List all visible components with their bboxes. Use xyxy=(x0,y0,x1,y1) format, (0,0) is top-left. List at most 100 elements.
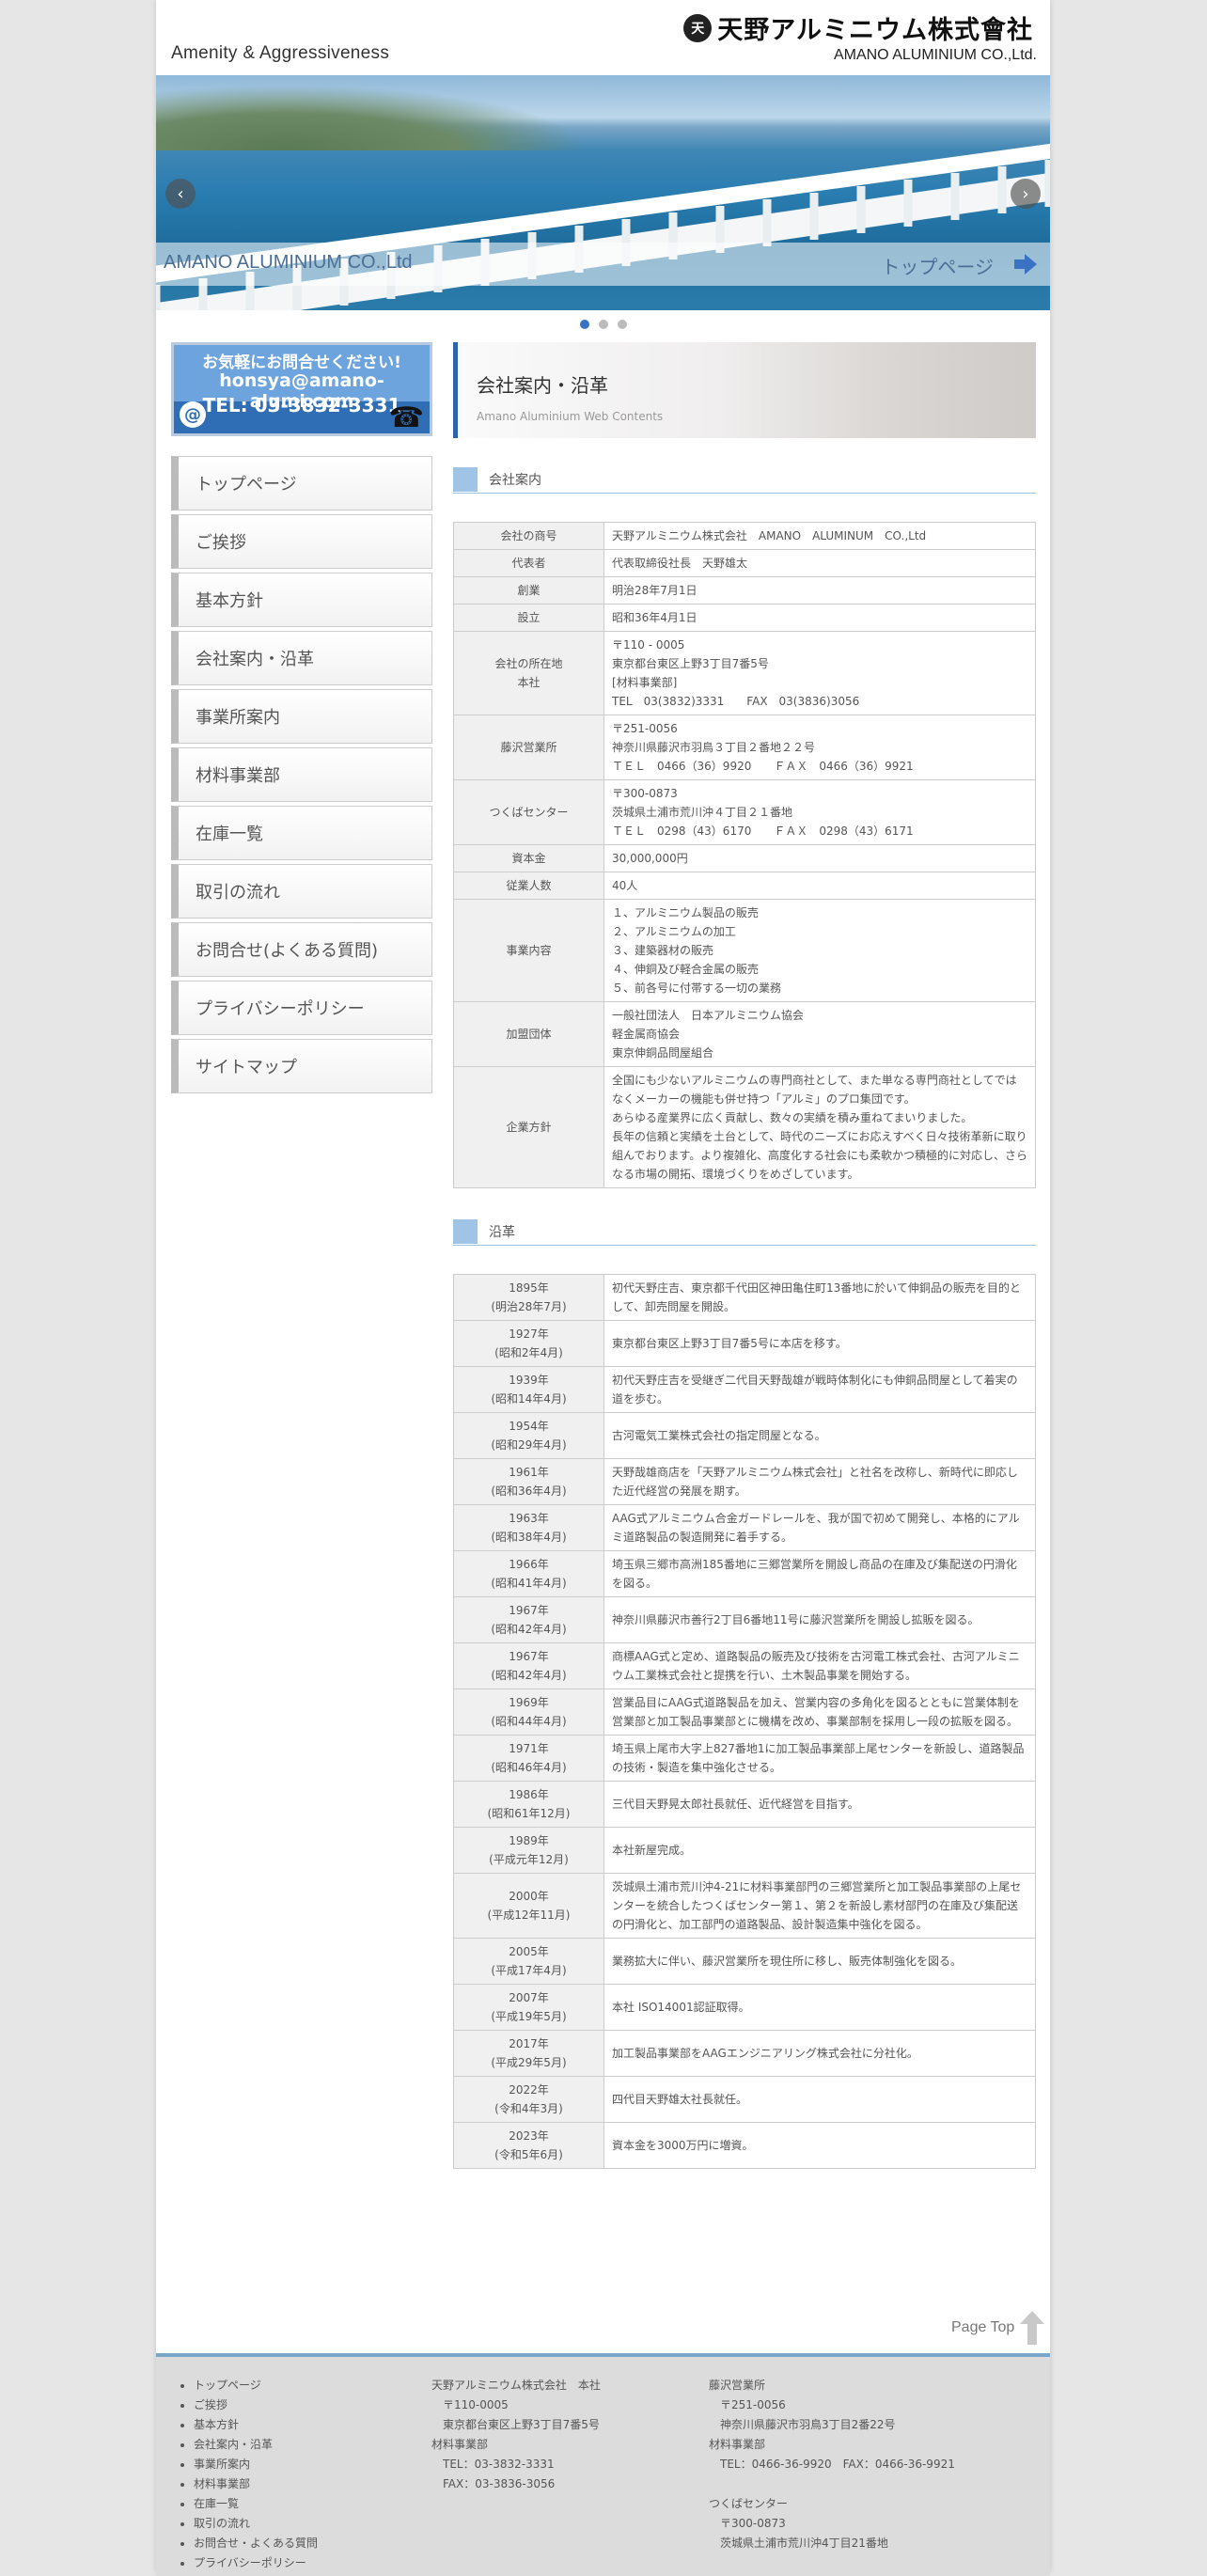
arrow-right-icon[interactable] xyxy=(1014,254,1037,275)
history-row: 2022年 (令和4年3月) 四代目天野雄太社長就任。 xyxy=(453,2076,1036,2123)
history-year: 1967年 (昭和42年4月) xyxy=(453,1596,604,1643)
page-title: 会社案内・沿革 xyxy=(477,374,608,397)
footer-link[interactable]: 基本方針 xyxy=(194,2415,318,2435)
history-row: 1961年 (昭和36年4月) 天野哉雄商店を「天野アルミニウム株式会社」と社名を… xyxy=(453,1458,1036,1505)
slider-toppage-link[interactable]: トップページ xyxy=(881,252,994,279)
sidebar-nav-item[interactable]: 基本方針 xyxy=(171,573,432,627)
footer-link[interactable]: 取引の流れ xyxy=(194,2514,318,2534)
sidebar-nav-item[interactable]: トップページ xyxy=(171,456,432,510)
company-info-value: 天野アルミニウム株式会社 AMANO ALUMINUM CO.,Ltd xyxy=(604,522,1036,550)
sidebar-nav-item[interactable]: 会社案内・沿革 xyxy=(171,631,432,685)
history-event: 営業品目にAAG式道路製品を加え、営業内容の多角化を図るとともに営業体制を営業部… xyxy=(604,1689,1036,1736)
company-info-value: 昭和36年4月1日 xyxy=(604,604,1036,632)
history-event: 商標AAG式と定め、道路製品の販売及び技術を古河電工株式会社、古河アルミニウム工… xyxy=(604,1642,1036,1689)
footer: トップページご挨拶基本方針会社案内・沿革事業所案内材料事業部在庫一覧取引の流れお… xyxy=(156,2353,1050,2576)
footer-link[interactable]: 事業所案内 xyxy=(194,2455,318,2474)
footer-link[interactable]: トップページ xyxy=(194,2376,318,2395)
company-info-label: 会社の商号 xyxy=(453,522,604,550)
history-year: 1971年 (昭和46年4月) xyxy=(453,1735,604,1782)
contact-banner-heading: お気軽にお問合せください! xyxy=(202,353,401,372)
company-info-row: つくばセンター 〒300-0873 茨城県土浦市荒川沖４丁目２１番地 ＴＥＬ 02… xyxy=(453,779,1036,845)
sidebar-nav-item[interactable]: 取引の流れ xyxy=(171,864,432,919)
history-year: 1939年 (昭和14年4月) xyxy=(453,1366,604,1413)
history-row: 1986年 (昭和61年12月) 三代目天野晃太郎社長就任、近代経営を目指す。 xyxy=(453,1781,1036,1828)
hero-slider[interactable]: ‹ › AMANO ALUMINIUM CO.,Ltd トップページ xyxy=(156,75,1050,310)
footer-link[interactable]: お問合せ・よくある質問 xyxy=(194,2534,318,2553)
history-year: 1966年 (昭和41年4月) xyxy=(453,1550,604,1597)
section-square-icon xyxy=(453,1219,478,1244)
company-info-value: 〒300-0873 茨城県土浦市荒川沖４丁目２１番地 ＴＥＬ 0298（43）6… xyxy=(604,779,1036,845)
footer-link[interactable]: ご挨拶 xyxy=(194,2395,318,2415)
company-info-row: 設立 昭和36年4月1日 xyxy=(453,604,1036,632)
company-info-row: 従業人数 40人 xyxy=(453,872,1036,900)
footer-branches: 藤沢営業所 〒251-0056 神奈川県藤沢市羽鳥3丁目2番22号 材料事業部 … xyxy=(709,2379,955,2550)
history-row: 1927年 (昭和2年4月) 東京都台東区上野3丁目7番5号に本店を移す。 xyxy=(453,1320,1036,1367)
company-info-label: 従業人数 xyxy=(453,872,604,900)
company-info-value: 全国にも少ないアルミニウムの専門商社として、また単なる専門商社としてではなくメー… xyxy=(604,1066,1036,1188)
history-row: 1939年 (昭和14年4月) 初代天野庄吉を受継ぎ二代目天野哉雄が戦時体制化にも… xyxy=(453,1366,1036,1413)
history-year: 2022年 (令和4年3月) xyxy=(453,2076,604,2123)
contact-banner[interactable]: お気軽にお問合せください! honsya@amano-alumi.com TEL… xyxy=(171,342,432,436)
history-year: 1986年 (昭和61年12月) xyxy=(453,1781,604,1828)
sidebar-nav-item[interactable]: 材料事業部 xyxy=(171,747,432,802)
slider-dot[interactable] xyxy=(617,320,627,329)
slider-next-button[interactable]: › xyxy=(1011,179,1041,209)
company-info-label: 事業内容 xyxy=(453,899,604,1002)
company-info-value: 代表取締役社長 天野雄太 xyxy=(604,549,1036,577)
history-event: 茨城県土浦市荒川沖4-21に材料事業部門の三郷営業所と加工製品事業部の上尾センタ… xyxy=(604,1873,1036,1939)
history-event: 資本金を3000万円に増資。 xyxy=(604,2122,1036,2169)
history-year: 2000年 (平成12年11月) xyxy=(453,1873,604,1939)
history-event: 天野哉雄商店を「天野アルミニウム株式会社」と社名を改称し、新時代に即応した近代経… xyxy=(604,1458,1036,1505)
company-info-row: 企業方針 全国にも少ないアルミニウムの専門商社として、また単なる専門商社としてでは… xyxy=(453,1066,1036,1188)
slider-prev-button[interactable]: ‹ xyxy=(165,179,196,209)
sidebar-nav-item[interactable]: プライバシーポリシー xyxy=(171,981,432,1035)
company-info-label: 加盟団体 xyxy=(453,1001,604,1067)
footer-link[interactable]: 材料事業部 xyxy=(194,2474,318,2494)
company-info-label: 会社の所在地 本社 xyxy=(453,631,604,715)
page: Amenity & Aggressiveness 天 天野アルミニウム株式會社 … xyxy=(156,0,1050,2576)
company-info-row: 資本金 30,000,000円 xyxy=(453,844,1036,872)
tagline: Amenity & Aggressiveness xyxy=(171,43,390,63)
sidebar-nav-item[interactable]: 在庫一覧 xyxy=(171,806,432,860)
history-row: 1967年 (昭和42年4月) 神奈川県藤沢市善行2丁目6番地11号に藤沢営業所を… xyxy=(453,1596,1036,1643)
slider-dot[interactable] xyxy=(598,320,608,329)
history-year: 1989年 (平成元年12月) xyxy=(453,1827,604,1874)
history-event: 加工製品事業部をAAGエンジニアリング株式会社に分社化。 xyxy=(604,2030,1036,2077)
history-row: 2000年 (平成12年11月) 茨城県土浦市荒川沖4-21に材料事業部門の三郷営… xyxy=(453,1873,1036,1939)
sidebar-nav-item[interactable]: お問合せ(よくある質問) xyxy=(171,922,432,977)
slider-caption-company: AMANO ALUMINIUM CO.,Ltd xyxy=(164,252,413,273)
company-info-label: 創業 xyxy=(453,576,604,605)
slider-dot[interactable] xyxy=(579,320,589,329)
history-event: 埼玉県上尾市大字上827番地1に加工製品事業部上尾センターを新設し、道路製品の技… xyxy=(604,1735,1036,1782)
history-event: 三代目天野晃太郎社長就任、近代経営を目指す。 xyxy=(604,1781,1036,1828)
company-info-row: 会社の所在地 本社 〒110 - 0005 東京都台東区上野3丁目7番5号 [材料… xyxy=(453,631,1036,715)
page-top-label: Page Top xyxy=(951,2319,1015,2335)
history-row: 2005年 (平成17年4月) 業務拡大に伴い、藤沢営業所を現住所に移し、販売体制… xyxy=(453,1938,1036,1985)
company-info-row: 加盟団体 一般社団法人 日本アルミニウム協会 軽金属商協会 東京伸銅品問屋組合 xyxy=(453,1001,1036,1067)
company-logo[interactable]: 天 天野アルミニウム株式會社 xyxy=(683,9,1033,46)
company-info-value: 30,000,000円 xyxy=(604,844,1036,872)
email-at-icon: @ xyxy=(180,401,206,428)
section-title: 会社案内 xyxy=(489,473,541,488)
history-event: 埼玉県三郷市高洲185番地に三郷営業所を開設し商品の在庫及び集配送の円滑化を図る… xyxy=(604,1550,1036,1597)
history-year: 1895年 (明治28年7月) xyxy=(453,1274,604,1321)
company-info-value: 一般社団法人 日本アルミニウム協会 軽金属商協会 東京伸銅品問屋組合 xyxy=(604,1001,1036,1067)
company-info-row: 事業内容 １、アルミニウム製品の販売 ２、アルミニウムの加工 ３、建築器材の販売 … xyxy=(453,899,1036,1002)
footer-head-office: 天野アルミニウム株式会社 本社 〒110-0005 東京都台東区上野3丁目7番5… xyxy=(431,2379,601,2490)
history-year: 2023年 (令和5年6月) xyxy=(453,2122,604,2169)
history-event: 業務拡大に伴い、藤沢営業所を現住所に移し、販売体制強化を図る。 xyxy=(604,1938,1036,1985)
footer-link[interactable]: プライバシーポリシー xyxy=(194,2553,318,2573)
sidebar-nav-item[interactable]: サイトマップ xyxy=(171,1039,432,1093)
sidebar-nav-item[interactable]: ご挨拶 xyxy=(171,514,432,569)
history-row: 1966年 (昭和41年4月) 埼玉県三郷市高洲185番地に三郷営業所を開設し商品… xyxy=(453,1550,1036,1597)
history-row: 2007年 (平成19年5月) 本社 ISO14001認証取得。 xyxy=(453,1984,1036,2031)
footer-link[interactable]: 会社案内・沿革 xyxy=(194,2435,318,2455)
history-year: 2007年 (平成19年5月) xyxy=(453,1984,604,2031)
history-row: 2017年 (平成29年5月) 加工製品事業部をAAGエンジニアリング株式会社に分… xyxy=(453,2030,1036,2077)
company-name-en: AMANO ALUMINIUM CO.,Ltd. xyxy=(833,47,1037,63)
footer-link[interactable]: 在庫一覧 xyxy=(194,2494,318,2514)
section-title: 沿革 xyxy=(489,1225,515,1240)
sidebar-nav-item[interactable]: 事業所案内 xyxy=(171,689,432,744)
page-top-link[interactable]: Page Top xyxy=(951,2311,1045,2345)
company-info-row: 創業 明治28年7月1日 xyxy=(453,576,1036,605)
